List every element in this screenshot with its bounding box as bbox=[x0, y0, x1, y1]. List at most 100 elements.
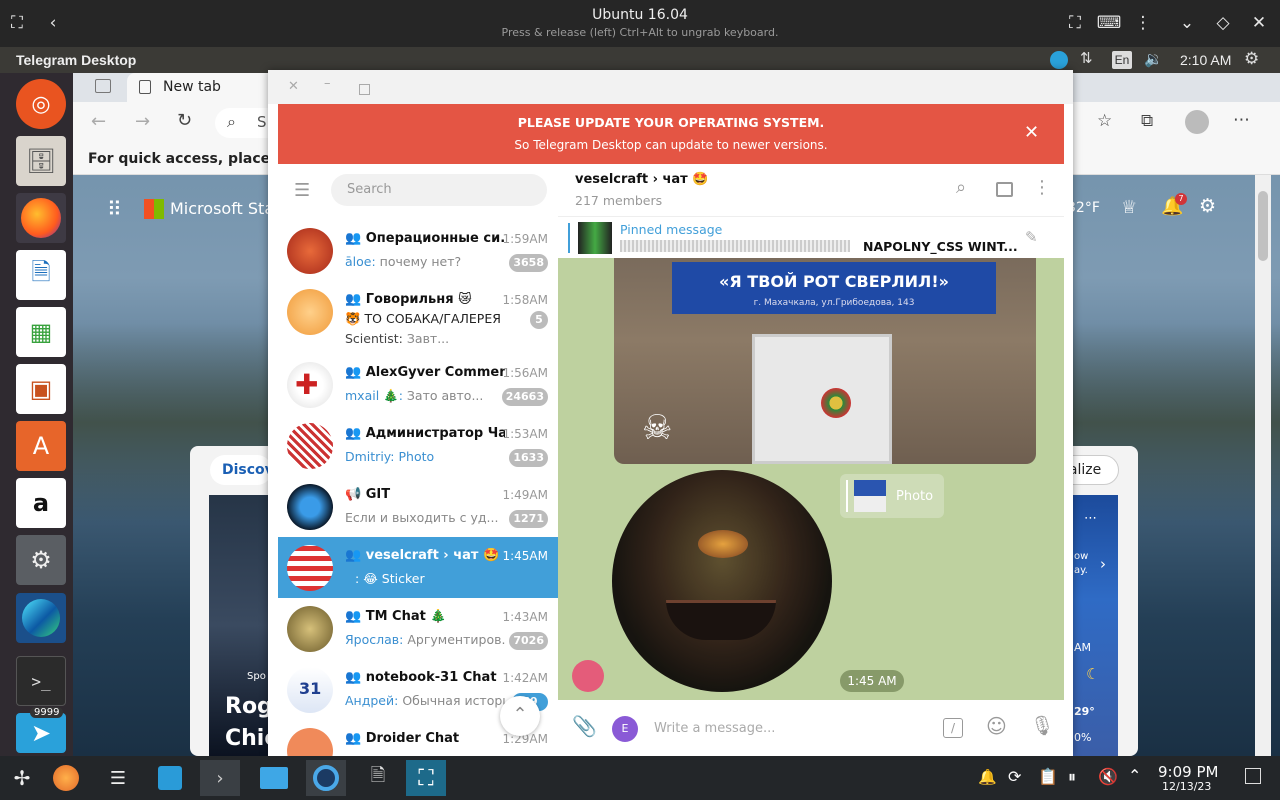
settings-gear-icon[interactable]: ⚙ bbox=[1244, 49, 1259, 69]
reply-preview[interactable]: Photo bbox=[840, 474, 944, 518]
discover-store-icon[interactable] bbox=[150, 760, 190, 796]
unpin-icon[interactable]: ✎ bbox=[1025, 228, 1038, 246]
media-pause-icon[interactable]: ⏸ bbox=[1068, 767, 1076, 787]
files-icon[interactable]: 🗄 bbox=[16, 136, 66, 186]
calc-icon[interactable]: ▦ bbox=[16, 307, 66, 357]
collections-icon[interactable]: ⧉ bbox=[1141, 111, 1153, 131]
more-vert-icon[interactable]: ⋮ bbox=[1033, 177, 1051, 198]
window-maximize-icon[interactable] bbox=[359, 84, 370, 95]
edge-icon[interactable] bbox=[16, 593, 66, 643]
system-settings-icon[interactable]: ☰ bbox=[98, 760, 138, 796]
sticker-message[interactable] bbox=[612, 470, 832, 692]
software-center-icon[interactable]: A bbox=[16, 421, 66, 471]
sender-avatar[interactable] bbox=[572, 660, 604, 692]
chat-item[interactable]: ✚ 👥 AlexGyver Comments 1:56AM mxail 🎄: З… bbox=[278, 354, 558, 415]
chat-item[interactable]: 👥 Администратор Ча... 1:53AM Dmitriy: Ph… bbox=[278, 415, 558, 476]
firefox-icon[interactable] bbox=[16, 193, 66, 243]
news-card[interactable]: Spo Rog Chie bbox=[209, 495, 279, 756]
settings-icon[interactable]: ⚙ bbox=[1199, 195, 1216, 217]
address-bar[interactable]: ⌕ S bbox=[215, 108, 275, 138]
sidebar-toggle-icon[interactable] bbox=[996, 182, 1013, 197]
attach-icon[interactable]: 📎 bbox=[572, 714, 597, 738]
more-vert-icon[interactable]: ⋮ bbox=[1130, 10, 1156, 36]
apps-grid-icon[interactable]: ⠿ bbox=[107, 197, 122, 221]
vm-viewer-icon[interactable]: ⛶ bbox=[406, 760, 446, 796]
banner-close-icon[interactable]: ✕ bbox=[1024, 122, 1039, 143]
favorite-star-icon[interactable]: ☆ bbox=[1097, 111, 1112, 131]
terminal-icon[interactable]: › bbox=[200, 760, 240, 796]
microsoft-logo bbox=[144, 199, 164, 219]
update-icon[interactable]: ⟳ bbox=[1008, 767, 1021, 786]
discover-tab[interactable]: Discov bbox=[210, 455, 274, 485]
diamond-icon[interactable]: ◇ bbox=[1210, 10, 1236, 36]
telegram-tray-icon[interactable] bbox=[1050, 51, 1068, 69]
profile-avatar[interactable] bbox=[1185, 110, 1209, 134]
chat-item[interactable]: 👥 Операционные си... 1:59AM āloe: почему… bbox=[278, 220, 558, 281]
keyboard-layout-indicator[interactable]: En bbox=[1112, 51, 1132, 69]
telegram-launcher-icon[interactable]: ➤ bbox=[16, 713, 66, 753]
viewer-title: Ubuntu 16.04 bbox=[592, 7, 688, 23]
emoji-icon[interactable]: ☺ bbox=[986, 714, 1007, 738]
volume-muted-icon[interactable]: 🔇 bbox=[1098, 767, 1118, 786]
chat-header: veselcraft › чат 🤩 217 members ⌕ ⋮ bbox=[558, 164, 1064, 216]
keyboard-icon[interactable]: ⌨ bbox=[1096, 10, 1122, 36]
channel-icon: 📢 bbox=[345, 487, 366, 502]
pinned-message-bar[interactable]: Pinned message NAPOLNY_CSS WINT... ✎ bbox=[558, 216, 1064, 258]
forward-icon[interactable]: → bbox=[135, 111, 150, 132]
send-as-avatar[interactable]: E bbox=[612, 716, 638, 742]
tab-actions-icon[interactable] bbox=[95, 79, 111, 93]
photo-sign: «Я ТВОЙ РОТ СВЕРЛИЛ!» г. Махачкала, ул.Г… bbox=[672, 262, 996, 314]
window-close-icon[interactable]: ✕ bbox=[288, 79, 299, 94]
rewards-icon[interactable]: ♕ bbox=[1121, 197, 1137, 218]
screenshot-icon[interactable]: ⛶ bbox=[1062, 10, 1088, 36]
weather-card[interactable]: ⋯ ow ay. › AM ☾ 29° 0% bbox=[1072, 495, 1118, 756]
message-input[interactable]: Write a message... bbox=[654, 721, 775, 736]
writer-icon[interactable]: 🗎 bbox=[16, 250, 66, 300]
pinned-app-icon[interactable] bbox=[46, 760, 86, 796]
refresh-icon[interactable]: ↻ bbox=[177, 110, 192, 131]
show-desktop-icon[interactable] bbox=[1245, 768, 1261, 784]
impress-icon[interactable]: ▣ bbox=[16, 364, 66, 414]
tray-expand-icon[interactable]: ⌃ bbox=[1128, 766, 1141, 785]
clipboard-icon[interactable]: 📋 bbox=[1038, 767, 1058, 786]
scroll-thumb[interactable] bbox=[1258, 191, 1268, 261]
next-chevron-icon[interactable]: › bbox=[1100, 555, 1106, 573]
ubuntu-dash-icon[interactable]: ◎ bbox=[16, 79, 66, 129]
browser-icon[interactable] bbox=[306, 760, 346, 796]
app-launcher-icon[interactable]: ✢ bbox=[2, 760, 42, 796]
taskbar-clock-date[interactable]: 12/13/23 bbox=[1162, 780, 1211, 793]
menu-hamburger-icon[interactable]: ☰ bbox=[294, 180, 310, 201]
network-icon[interactable]: ⇅ bbox=[1080, 49, 1093, 67]
file-manager-icon[interactable] bbox=[254, 760, 294, 796]
more-icon[interactable]: ⋯ bbox=[1233, 110, 1250, 130]
scroll-up-button[interactable]: ⌃ bbox=[500, 696, 540, 736]
volume-icon[interactable]: 🔉 bbox=[1144, 50, 1163, 68]
panel-clock[interactable]: 2:10 AM bbox=[1180, 52, 1231, 68]
taskbar-clock-time[interactable]: 9:09 PM bbox=[1158, 763, 1218, 781]
search-icon[interactable]: ⌕ bbox=[956, 177, 966, 198]
photo-message[interactable]: «Я ТВОЙ РОТ СВЕРЛИЛ!» г. Махачкала, ул.Г… bbox=[614, 258, 1036, 464]
card-more-icon[interactable]: ⋯ bbox=[1084, 511, 1097, 526]
chat-time: 1:43AM bbox=[502, 610, 548, 624]
terminal-icon[interactable]: >_ bbox=[16, 656, 66, 706]
address-text: S bbox=[257, 113, 267, 131]
unread-badge: 1633 bbox=[509, 449, 548, 467]
amazon-icon[interactable]: a bbox=[16, 478, 66, 528]
search-input[interactable]: Search bbox=[331, 174, 547, 206]
back-icon[interactable]: ← bbox=[91, 111, 106, 132]
commands-icon[interactable]: / bbox=[943, 718, 963, 738]
window-minimize-icon[interactable]: – bbox=[324, 76, 331, 91]
chat-item[interactable]: 📢 GIT 1:49AM Если и выходить с уд... 127… bbox=[278, 476, 558, 537]
notifications-icon[interactable]: 🔔 bbox=[978, 768, 997, 786]
browser-scrollbar[interactable] bbox=[1255, 175, 1271, 756]
close-icon[interactable]: ✕ bbox=[1246, 10, 1272, 36]
chat-title[interactable]: veselcraft › чат 🤩 bbox=[575, 172, 708, 187]
system-settings-icon[interactable]: ⚙ bbox=[16, 535, 66, 585]
chat-item[interactable]: 👥 Говорильня 😿 1:58AM 🐯 ТО СОБАКА/ГАЛЕРЕ… bbox=[278, 281, 558, 353]
chat-item-selected[interactable]: 👥 veselcraft › чат 🤩 1:45AM : 😂 Sticker bbox=[278, 537, 558, 598]
chat-item[interactable]: 👥 TM Chat 🎄 1:43AM Ярослав: Аргументиров… bbox=[278, 598, 558, 659]
microphone-icon[interactable]: 🎙 bbox=[1030, 714, 1054, 737]
chevron-down-icon[interactable]: ⌄ bbox=[1174, 10, 1200, 36]
archive-icon[interactable]: 🗎 bbox=[358, 760, 398, 796]
update-banner[interactable]: PLEASE UPDATE YOUR OPERATING SYSTEM. So … bbox=[278, 104, 1064, 164]
